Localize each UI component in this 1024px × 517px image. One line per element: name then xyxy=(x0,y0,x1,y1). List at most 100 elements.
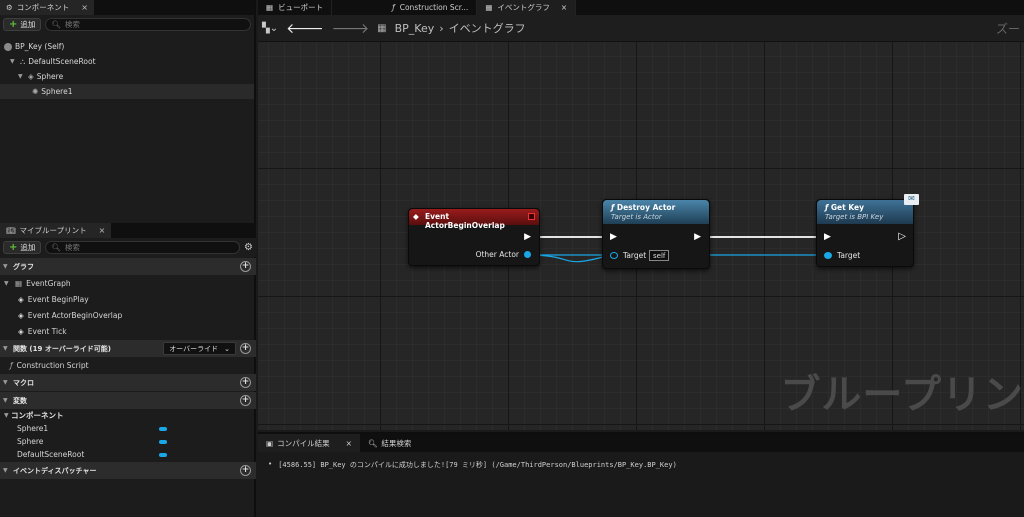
chevron-down-icon[interactable]: ▼ xyxy=(10,58,17,65)
gear-icon[interactable]: ⚙ xyxy=(244,242,253,253)
object-type-pill xyxy=(159,427,167,431)
section-variables[interactable]: ▼ 変数 + xyxy=(0,392,256,409)
light-icon: ✺ xyxy=(32,87,39,96)
breadcrumb-blueprint[interactable]: BP_Key xyxy=(395,22,435,35)
add-macro-icon[interactable]: + xyxy=(240,377,251,388)
mesh-icon: ◈ xyxy=(28,72,34,81)
event-diamond-icon: ◈ xyxy=(18,326,24,336)
exec-out-pin-icon[interactable]: ▶ xyxy=(694,232,701,242)
close-icon[interactable]: × xyxy=(561,3,567,12)
add-member-button[interactable]: + 追加 xyxy=(3,241,42,254)
variable-item[interactable]: Sphere xyxy=(0,435,256,448)
blueprint-search[interactable]: 🔍︎ xyxy=(45,241,241,254)
plus-icon: + xyxy=(9,241,18,253)
message-envelope-icon: ✉ xyxy=(904,194,919,205)
editor-tabbar: ▦ ビューポート ƒ Construction Scr... ▦ イベントグラフ… xyxy=(258,0,1024,15)
breadcrumb-graph[interactable]: イベントグラフ xyxy=(449,20,526,36)
exec-out-pin-icon[interactable]: ▷ xyxy=(898,231,906,242)
destroy-actor-node[interactable]: ƒ Destroy Actor Target is Actor ▶ ▶ Targ… xyxy=(602,199,710,269)
tab-my-blueprint[interactable]: 📖︎ マイブループリント × xyxy=(0,223,112,238)
graph-toolbar: ▚⌄ 🡐 🡒 ▦ BP_Key › イベントグラフ xyxy=(258,15,1024,42)
tab-viewport[interactable]: ▦ ビューポート xyxy=(258,0,333,15)
chevron-down-icon[interactable]: ▼ xyxy=(18,73,25,80)
chevron-down-icon: ▼ xyxy=(4,279,9,287)
components-search-input[interactable] xyxy=(64,20,245,29)
section-dispatchers[interactable]: ▼ イベントディスパッチャー + xyxy=(0,462,256,479)
forward-arrow-icon[interactable]: 🡒 xyxy=(332,20,370,37)
event-item[interactable]: ◈ Event Tick xyxy=(0,323,256,339)
exec-in-pin-icon[interactable]: ▶ xyxy=(610,232,617,242)
compiler-results-panel: ▣ コンパイル結果 × 🔍︎ 結果検索 • [4586.55] BP_Key の… xyxy=(258,432,1024,517)
search-icon: 🔍︎ xyxy=(367,438,378,448)
variable-item[interactable]: Sphere1 xyxy=(0,422,256,435)
add-variable-icon[interactable]: + xyxy=(240,395,251,406)
delegate-pin-icon[interactable] xyxy=(528,213,535,220)
add-dispatcher-icon[interactable]: + xyxy=(240,465,251,476)
add-function-icon[interactable]: + xyxy=(240,343,251,354)
section-graphs[interactable]: ▼ グラフ + xyxy=(0,258,256,275)
zoom-label: ズー xyxy=(995,22,1020,36)
chevron-down-icon: ⌄ xyxy=(224,344,230,353)
get-key-node[interactable]: ƒ Get Key Target is BPI Key ✉ ▶ ▷ Target xyxy=(816,194,919,267)
components-search[interactable]: 🔍︎ xyxy=(45,18,251,31)
log-entry: • [4586.55] BP_Key のコンパイルに成功しました![79 ミリ秒… xyxy=(268,460,1024,470)
graph-watermark: ブループリン xyxy=(780,372,1024,418)
bookmark-icon[interactable]: ▚⌄ xyxy=(262,23,278,34)
override-dropdown[interactable]: オーバーライド ⌄ xyxy=(163,342,236,355)
exec-in-pin-icon[interactable]: ▶ xyxy=(824,232,831,242)
event-graph-item[interactable]: ▼ ▦ EventGraph xyxy=(0,275,256,291)
tree-item-self[interactable]: BP_Key (Self) xyxy=(0,39,254,54)
function-icon: ƒ xyxy=(392,3,395,12)
event-item[interactable]: ◈ Event ActorBeginOverlap xyxy=(0,307,256,323)
section-functions[interactable]: ▼ 関数 (19 オーバーライド可能) オーバーライド ⌄ + xyxy=(0,340,256,357)
chevron-down-icon: ▼ xyxy=(3,345,8,352)
components-icon: ⚙ xyxy=(6,3,13,12)
tree-item-sphere1[interactable]: ✺ Sphere1 xyxy=(0,84,254,99)
blueprint-search-input[interactable] xyxy=(64,243,235,252)
graph-icon: ▦ xyxy=(15,278,23,288)
event-actorbeginoverlap-node[interactable]: ◆ Event ActorBeginOverlap ▶ Other Actor xyxy=(408,208,540,266)
add-component-button[interactable]: + 追加 xyxy=(3,18,42,31)
plus-icon: + xyxy=(9,18,18,30)
log-bullet: • xyxy=(268,460,273,468)
event-diamond-icon: ◆ xyxy=(413,212,419,221)
components-variable-group[interactable]: ▼ コンポーネント xyxy=(0,409,256,422)
graph-icon: ▦ xyxy=(485,3,493,12)
tab-compiler-results[interactable]: ▣ コンパイル結果 × xyxy=(258,434,360,452)
section-macros[interactable]: ▼ マクロ + xyxy=(0,374,256,391)
variable-item[interactable]: DefaultSceneRoot xyxy=(0,448,256,461)
object-pin-icon[interactable] xyxy=(524,251,531,258)
close-icon[interactable]: × xyxy=(99,226,106,235)
chevron-down-icon: ▼ xyxy=(3,397,8,404)
breadcrumb: BP_Key › イベントグラフ xyxy=(395,20,526,36)
event-graph-canvas[interactable]: ◆ Event ActorBeginOverlap ▶ Other Actor … xyxy=(258,42,1024,430)
tab-find-results[interactable]: 🔍︎ 結果検索 xyxy=(360,434,420,452)
left-panel: ⚙ コンポーネント × + 追加 🔍︎ BP_Key (Self) ▼ ⛬ De… xyxy=(0,0,256,517)
tree-item-defaultsceneroot[interactable]: ▼ ⛬ DefaultSceneRoot xyxy=(0,54,254,69)
node-header: ƒ Destroy Actor Target is Actor xyxy=(603,200,709,224)
function-icon: ƒ xyxy=(10,360,13,370)
node-header: ƒ Get Key Target is BPI Key xyxy=(817,200,913,224)
target-self-field[interactable]: self xyxy=(649,250,670,261)
tab-event-graph[interactable]: ▦ イベントグラフ × xyxy=(477,0,577,15)
log-message[interactable]: [4586.55] BP_Key のコンパイルに成功しました![79 ミリ秒] … xyxy=(278,460,677,470)
blueprint-self-icon xyxy=(4,42,12,51)
exec-out-pin-icon[interactable]: ▶ xyxy=(524,232,531,242)
object-pin-icon[interactable] xyxy=(610,252,618,259)
event-item[interactable]: ◈ Event BeginPlay xyxy=(0,291,256,307)
construction-script-item[interactable]: ƒ Construction Script xyxy=(0,357,256,373)
book-icon: 📖︎ xyxy=(6,226,16,235)
chevron-down-icon: ▼ xyxy=(3,263,8,270)
object-pin-icon[interactable] xyxy=(824,252,832,259)
tab-components[interactable]: ⚙ コンポーネント × xyxy=(0,0,94,15)
close-icon[interactable]: × xyxy=(81,3,88,12)
add-graph-icon[interactable]: + xyxy=(240,261,251,272)
close-icon[interactable]: × xyxy=(346,439,352,448)
my-blueprint-toolbar: + 追加 🔍︎ ⚙ xyxy=(0,238,256,257)
my-blueprint-panel: 📖︎ マイブループリント × + 追加 🔍︎ ⚙ ▼ グラフ + ▼ ▦ Eve… xyxy=(0,223,256,479)
tab-construction-script[interactable]: ƒ Construction Scr... xyxy=(384,0,478,15)
viewport-icon: ▦ xyxy=(266,3,274,12)
back-arrow-icon[interactable]: 🡐 xyxy=(286,20,324,37)
editor-area: ▦ ビューポート ƒ Construction Scr... ▦ イベントグラフ… xyxy=(258,0,1024,517)
tree-item-sphere[interactable]: ▼ ◈ Sphere xyxy=(0,69,254,84)
